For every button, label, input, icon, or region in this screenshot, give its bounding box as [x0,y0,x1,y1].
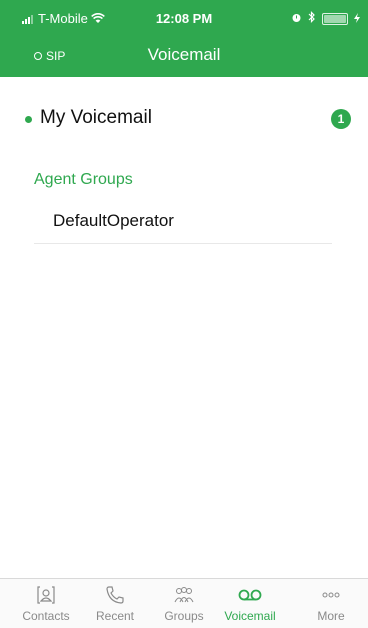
tab-label: Contacts [22,609,70,623]
tab-groups[interactable]: Groups [152,583,216,623]
tab-contacts[interactable]: Contacts [14,583,78,623]
voicemail-icon [218,583,282,607]
contacts-icon [14,583,78,607]
phone-icon [83,583,147,607]
tab-bar: Contacts Recent Groups Voicemail More [0,578,368,628]
bluetooth-icon [308,11,316,26]
tab-label: Recent [95,609,135,623]
status-right-icons [291,11,360,26]
unread-dot-icon [25,116,32,123]
page-title: Voicemail [147,45,221,64]
tab-label: More [317,609,345,623]
app-header: T-Mobile 12:08 PM SIP Voicemail [0,0,368,77]
agent-group-item[interactable]: DefaultOperator [34,203,332,244]
navigation-bar: SIP Voicemail [0,38,368,77]
tab-recent[interactable]: Recent [83,583,147,623]
tab-label: Groups [164,609,204,623]
my-voicemail-row[interactable]: My Voicemail 1 [0,107,368,133]
tab-label: Voicemail [224,609,276,623]
tab-more[interactable]: More [299,583,363,623]
charging-icon [354,11,360,26]
tab-voicemail[interactable]: Voicemail [218,583,282,623]
my-voicemail-label: My Voicemail [40,107,152,128]
status-bar: T-Mobile 12:08 PM [0,0,368,38]
alarm-icon [291,11,302,26]
agent-group-label: DefaultOperator [53,211,174,230]
unread-count-badge: 1 [331,109,351,129]
more-icon [299,583,363,607]
agent-groups-header: Agent Groups [34,171,133,188]
battery-icon [322,12,348,25]
groups-icon [152,583,216,607]
